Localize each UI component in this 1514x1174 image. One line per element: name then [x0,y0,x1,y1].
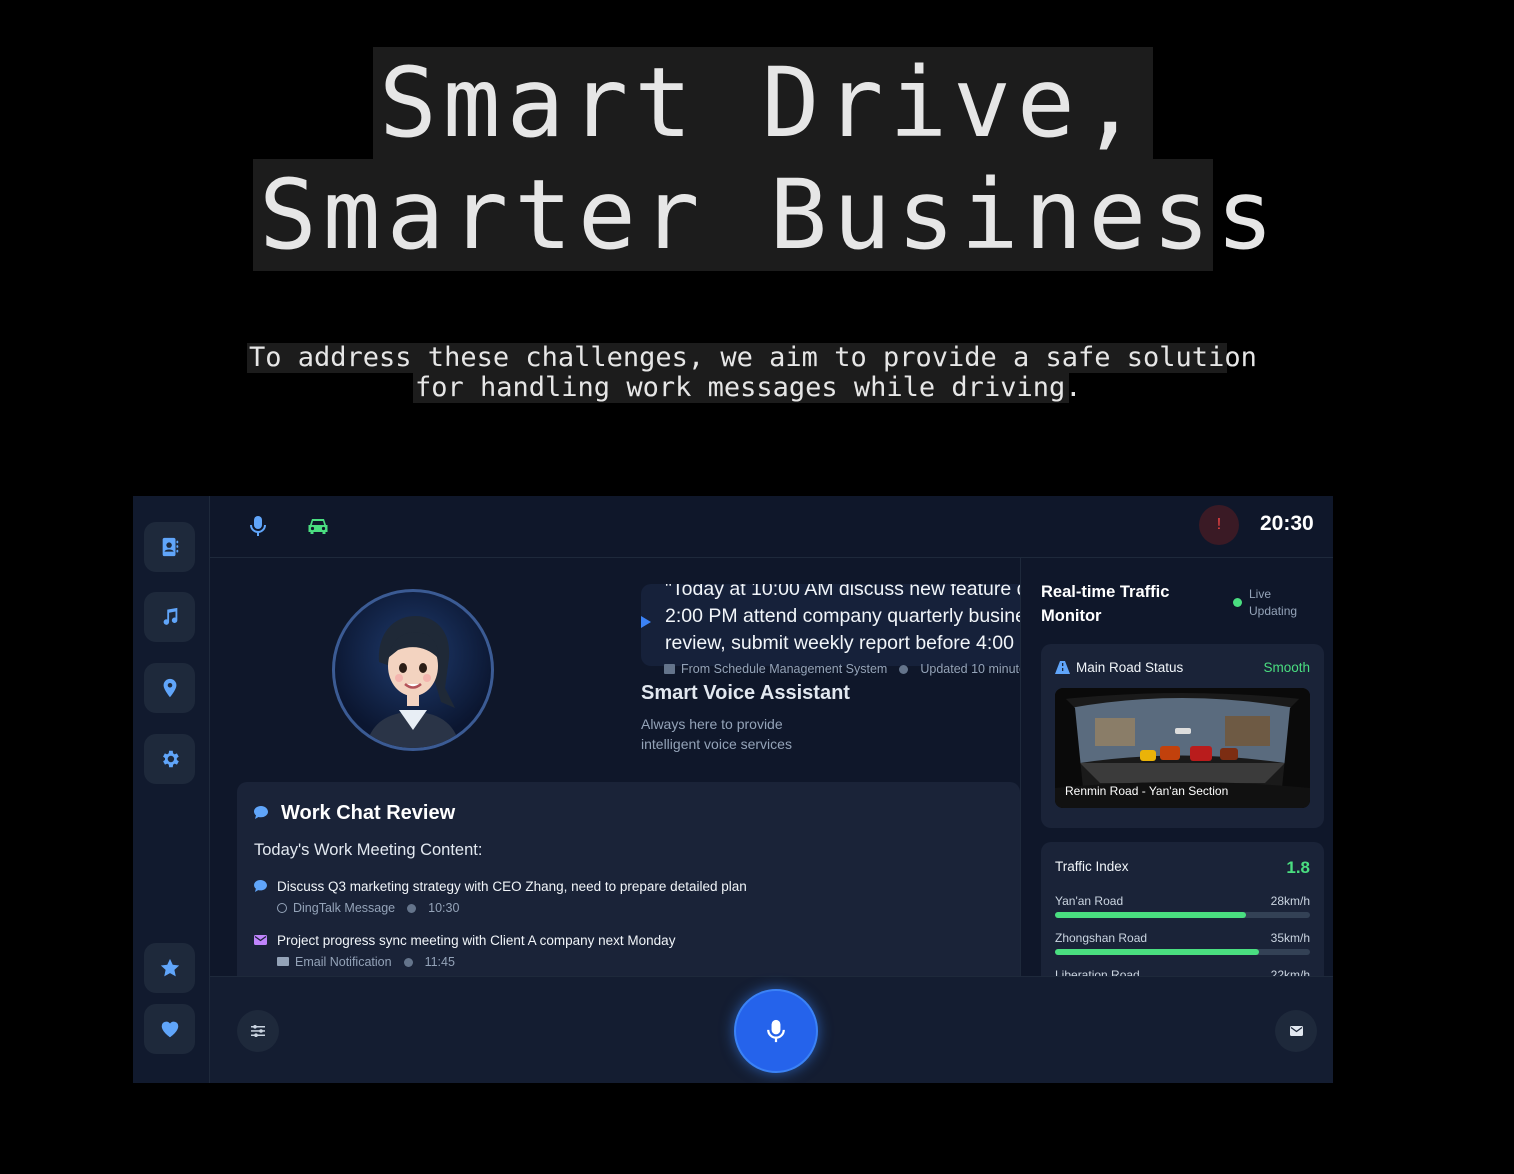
hero-subtitle-line-1: To address these challenges, we aim to p… [247,342,1257,373]
calendar-icon [664,664,675,674]
chat-bubble-icon [254,806,268,819]
hero-title-line-1: Smart Drive, [373,47,1153,159]
road-name: Liberation Road [1055,968,1140,976]
hero-subtitle-line-2: for handling work messages while driving… [413,372,1082,403]
road-name: Yan'an Road [1055,894,1124,908]
traffic-panel: Real-time Traffic Monitor Live Updating … [1020,558,1333,976]
contacts-icon [162,537,178,557]
sidebar [133,496,210,1083]
play-icon[interactable] [641,616,651,628]
sidebar-music-button[interactable] [144,592,195,642]
assistant-description: Always here to provide intelligent voice… [641,716,792,752]
sidebar-contacts-button[interactable] [144,522,195,572]
chat-item-text[interactable]: Discuss Q3 marketing strategy with CEO Z… [277,879,747,894]
road-speed: 35km/h [1270,931,1310,945]
traffic-camera-image[interactable]: Renmin Road - Yan'an Section [1055,688,1310,808]
main-road-status: Smooth [1263,660,1310,675]
comment-icon [277,903,287,913]
envelope-icon [254,935,267,945]
top-bar: ! 20:30 [210,496,1333,558]
chat-item-time: 11:45 [424,955,455,969]
alert-button[interactable]: ! [1199,505,1239,545]
separator-dot [407,904,417,914]
road-speed-bar [1055,912,1310,918]
road-speed: 22km/h [1270,968,1310,976]
assistant-title: Smart Voice Assistant [641,682,850,704]
bottom-bar [210,976,1333,1083]
sidebar-settings-button[interactable] [144,734,195,784]
voice-input-button[interactable] [734,989,818,1073]
traffic-title: Real-time Traffic Monitor [1041,583,1170,625]
car-dashboard-app: ! 20:30 "Today at 10:00 AM discuss new f… [133,496,1333,1083]
chat-item-meta: Email Notification 11:45 [277,955,455,969]
chat-item-time: 10:30 [428,901,460,915]
hero-title-line-2: Smarter Business [253,159,1274,271]
microphone-icon[interactable] [246,514,270,538]
road-icon [1055,661,1070,674]
envelope-icon [277,957,289,966]
chat-item-meta: DingTalk Message 10:30 [277,901,459,915]
traffic-index-card[interactable]: Traffic Index 1.8 Yan'an Road 28km/h Zho… [1041,842,1324,976]
traffic-index-label: Traffic Index [1055,859,1129,874]
assistant-message-text: "Today at 10:00 AM discuss new feature d… [665,584,1020,654]
live-status-label: Live Updating [1249,587,1298,618]
road-name: Zhongshan Road [1055,931,1148,945]
live-status-dot [1233,598,1242,607]
star-icon [160,958,179,977]
work-chat-panel: Work Chat Review Today's Work Meeting Co… [237,782,1020,982]
road-speed-fill [1055,949,1259,955]
work-chat-subtitle: Today's Work Meeting Content: [254,841,483,859]
sliders-icon [251,1025,265,1037]
sidebar-like-button[interactable] [144,1004,195,1054]
road-speed: 28km/h [1270,894,1310,908]
settings-sliders-button[interactable] [237,1010,279,1052]
envelope-icon [1289,1026,1303,1036]
message-updated: Updated 10 minutes ago [920,662,1020,676]
assistant-message-card[interactable]: "Today at 10:00 AM discuss new feature d… [641,584,1020,666]
separator-dot [899,665,909,675]
microphone-icon [767,1019,785,1043]
music-icon [163,607,177,625]
separator-dot [403,958,413,968]
gear-icon [162,750,179,768]
road-speed-fill [1055,912,1247,918]
traffic-index-value: 1.8 [1286,858,1310,877]
chat-item-text[interactable]: Project progress sync meeting with Clien… [277,933,675,948]
main-road-card[interactable]: Main Road Status Smooth Renmin Road - Ya… [1041,644,1324,828]
car-icon[interactable] [306,514,330,538]
messages-button[interactable] [1275,1010,1317,1052]
assistant-avatar[interactable] [332,589,494,751]
sidebar-location-button[interactable] [144,663,195,713]
assistant-message-meta: From Schedule Management System Updated 1… [664,662,1020,676]
road-speed-bar [1055,949,1310,955]
sidebar-favorites-button[interactable] [144,943,195,993]
main-road-label: Main Road Status [1076,660,1184,675]
chat-item-channel: Email Notification [295,955,392,969]
chat-bubble-icon [254,880,267,892]
chat-item-channel: DingTalk Message [293,901,396,915]
work-chat-title: Work Chat Review [281,802,456,824]
traffic-camera-caption: Renmin Road - Yan'an Section [1065,784,1229,798]
message-source: From Schedule Management System [681,662,888,676]
heart-icon [161,1021,178,1038]
location-pin-icon [163,678,176,698]
clock: 20:30 [1260,512,1314,535]
